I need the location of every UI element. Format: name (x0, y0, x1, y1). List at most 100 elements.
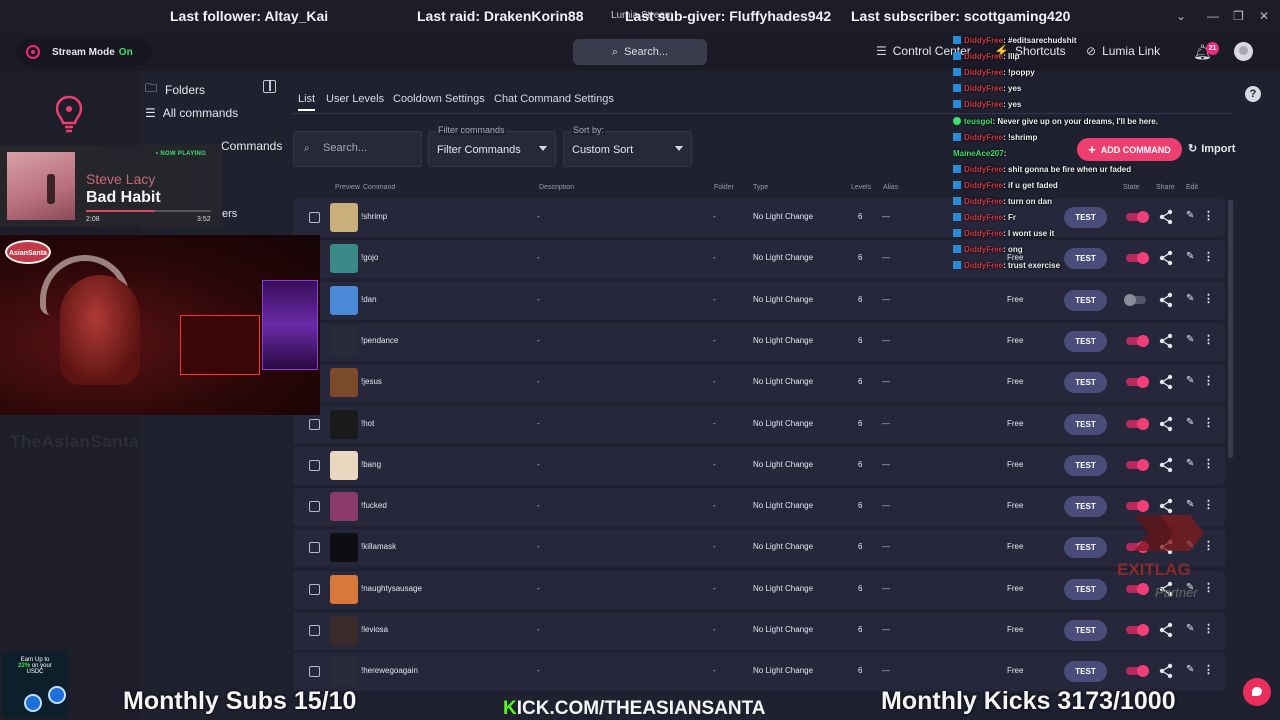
more-options-icon[interactable]: ⋮ (1203, 416, 1214, 429)
chat-bubble-icon[interactable] (1243, 678, 1271, 706)
test-command-button[interactable]: TEST (1064, 414, 1107, 435)
filter-commands-select[interactable]: Filter commands Filter Commands (428, 125, 556, 167)
test-command-button[interactable]: TEST (1064, 331, 1107, 352)
row-checkbox[interactable] (309, 460, 320, 471)
test-command-button[interactable]: TEST (1064, 248, 1107, 269)
command-search-input[interactable] (323, 142, 413, 154)
test-command-button[interactable]: TEST (1064, 207, 1107, 228)
command-name[interactable]: !bang (361, 460, 381, 469)
folder-chat-commands[interactable]: Commands (221, 139, 282, 153)
edit-icon[interactable]: ✎ (1186, 251, 1194, 262)
test-command-button[interactable]: TEST (1064, 496, 1107, 517)
table-row[interactable]: !leviosa - - No Light Change 6 — Free TEST ✎ ⋮ (293, 612, 1225, 650)
command-state-toggle[interactable] (1126, 211, 1149, 223)
table-row[interactable]: !bang - - No Light Change 6 — Free TEST ✎ ⋮ (293, 447, 1225, 485)
edit-icon[interactable]: ✎ (1186, 664, 1194, 675)
avatar[interactable] (1234, 42, 1253, 61)
row-checkbox[interactable] (309, 584, 320, 595)
test-command-button[interactable]: TEST (1064, 455, 1107, 476)
command-state-toggle[interactable] (1126, 459, 1149, 471)
table-row[interactable]: !gojo - - No Light Change 6— Free TEST ✎ ⋮ (293, 240, 1225, 278)
test-command-button[interactable]: TEST (1064, 372, 1107, 393)
command-name[interactable]: !pendance (361, 336, 398, 345)
share-icon[interactable] (1159, 622, 1173, 638)
test-command-button[interactable]: TEST (1064, 620, 1107, 641)
stream-mode-toggle[interactable]: Stream Mode On (16, 38, 152, 66)
table-scrollbar[interactable] (1228, 200, 1233, 458)
share-icon[interactable] (1159, 292, 1173, 308)
command-name[interactable]: !leviosa (361, 625, 388, 634)
folder-partial-item[interactable]: ers (222, 208, 237, 220)
share-icon[interactable] (1159, 663, 1173, 679)
table-row[interactable]: !naughtysausage - - No Light Change 6 — Free TE… (293, 571, 1225, 609)
col-command[interactable]: Command (363, 184, 395, 191)
table-row[interactable]: !shrimp - - No Light Change 6 — TEST ✎ ⋮ (293, 199, 1225, 237)
more-options-icon[interactable]: ⋮ (1203, 250, 1214, 263)
command-state-toggle[interactable] (1126, 418, 1149, 430)
command-state-toggle[interactable] (1126, 252, 1149, 264)
row-checkbox[interactable] (309, 625, 320, 636)
command-name[interactable]: !dan (361, 295, 377, 304)
edit-icon[interactable]: ✎ (1186, 210, 1194, 221)
test-command-button[interactable]: TEST (1064, 290, 1107, 311)
row-checkbox[interactable] (309, 542, 320, 553)
table-row[interactable]: !pendance - - No Light Change 6 — Free TEST ✎ ⋮ (293, 323, 1225, 361)
share-icon[interactable] (1159, 333, 1173, 349)
edit-icon[interactable]: ✎ (1186, 417, 1194, 428)
test-command-button[interactable]: TEST (1064, 579, 1107, 600)
table-row[interactable]: !herewegoagain - - No Light Change 6 — Free TES… (293, 653, 1225, 691)
global-search-button[interactable]: ⌕ Search... (573, 39, 707, 65)
edit-icon[interactable]: ✎ (1186, 623, 1194, 634)
command-name[interactable]: !herewegoagain (361, 666, 418, 675)
minimize-icon[interactable]: — (1207, 9, 1219, 23)
tab-user-levels[interactable]: User Levels (326, 93, 384, 105)
command-name[interactable]: !jesus (361, 377, 382, 386)
command-name[interactable]: !killamask (361, 542, 396, 551)
table-row[interactable]: !fucked - - No Light Change 6— Free TEST ✎ ⋮ (293, 488, 1225, 526)
share-icon[interactable] (1159, 374, 1173, 390)
command-state-toggle[interactable] (1124, 294, 1146, 306)
tab-list[interactable]: List (298, 93, 316, 111)
command-state-toggle[interactable] (1126, 376, 1149, 388)
share-icon[interactable] (1159, 209, 1173, 225)
close-icon[interactable]: ✕ (1259, 9, 1269, 23)
row-checkbox[interactable] (309, 212, 320, 223)
restore-icon[interactable]: ❐ (1233, 9, 1244, 23)
command-state-toggle[interactable] (1126, 665, 1149, 677)
share-icon[interactable] (1159, 457, 1173, 473)
row-checkbox[interactable] (309, 501, 320, 512)
more-options-icon[interactable]: ⋮ (1203, 622, 1214, 635)
tab-cooldown-settings[interactable]: Cooldown Settings (393, 93, 485, 105)
edit-icon[interactable]: ✎ (1186, 458, 1194, 469)
row-checkbox[interactable] (309, 419, 320, 430)
edit-icon[interactable]: ✎ (1186, 293, 1194, 304)
test-command-button[interactable]: TEST (1064, 537, 1107, 558)
command-state-toggle[interactable] (1126, 624, 1149, 636)
edit-icon[interactable]: ✎ (1186, 334, 1194, 345)
tab-chat-command-settings[interactable]: Chat Command Settings (494, 93, 614, 105)
more-options-icon[interactable]: ⋮ (1203, 333, 1214, 346)
table-row[interactable]: !killamask--No Light Change6—FreeTEST✎⋮ (293, 529, 1225, 567)
command-name[interactable]: !shrimp (361, 212, 387, 221)
command-name[interactable]: !gojo (361, 253, 378, 262)
more-options-icon[interactable]: ⋮ (1203, 292, 1214, 305)
share-icon[interactable] (1159, 416, 1173, 432)
lumia-link-button[interactable]: ⊘ Lumia Link (1086, 44, 1160, 58)
command-search[interactable]: ⌕ (293, 131, 422, 167)
more-options-icon[interactable]: ⋮ (1203, 374, 1214, 387)
share-icon[interactable] (1159, 250, 1173, 266)
command-name[interactable]: !hot (361, 419, 374, 428)
collapse-panel-icon[interactable] (263, 80, 276, 93)
chevron-down-icon[interactable]: ⌄ (1176, 9, 1186, 23)
more-options-icon[interactable]: ⋮ (1203, 457, 1214, 470)
more-options-icon[interactable]: ⋮ (1203, 209, 1214, 222)
table-row[interactable]: !hot - - No Light Change 6 — Free TEST ✎ ⋮ (293, 406, 1225, 444)
table-row[interactable]: !jesus - - No Light Change 6 — Free TEST ✎ ⋮ (293, 364, 1225, 402)
more-options-icon[interactable]: ⋮ (1203, 663, 1214, 676)
command-name[interactable]: !fucked (361, 501, 387, 510)
table-row[interactable]: !dan - - No Light Change 6 — Free TEST ✎ ⋮ (293, 282, 1225, 320)
row-checkbox[interactable] (309, 666, 320, 677)
command-state-toggle[interactable] (1126, 335, 1149, 347)
folder-all-commands[interactable]: ☰ All commands (145, 106, 238, 120)
add-command-button[interactable]: + ADD COMMAND (1077, 138, 1182, 161)
